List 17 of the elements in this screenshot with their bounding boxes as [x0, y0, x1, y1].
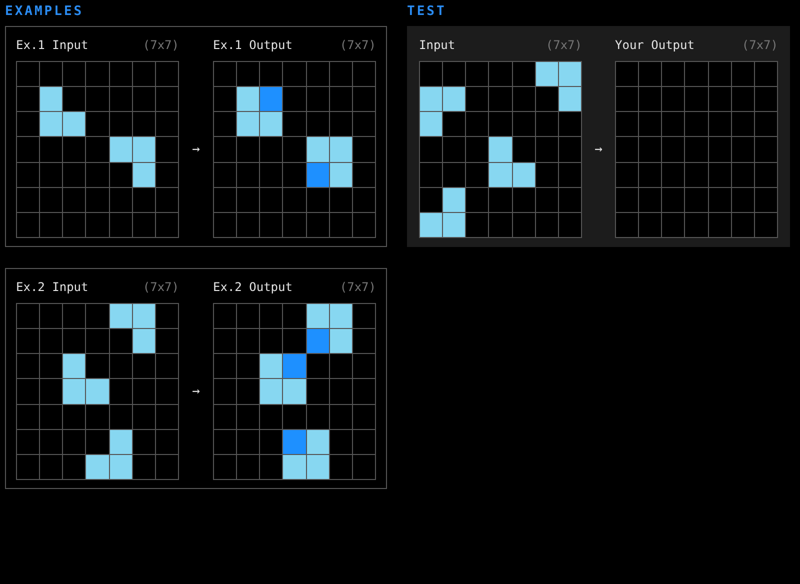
arrow-icon: → [192, 140, 200, 160]
grid-label: Your Output [615, 37, 694, 54]
section-heading: EXAMPLES [5, 4, 85, 21]
arrow-icon: → [594, 140, 602, 160]
grid-size: (7x7) [742, 37, 778, 54]
grid-label: Ex.1 Output [213, 37, 292, 54]
grid-size: (7x7) [142, 37, 179, 54]
section-heading: TEST [407, 4, 448, 21]
arrow-icon: → [192, 382, 200, 402]
grid-label: Ex.2 Output [213, 279, 292, 296]
grid-label: Ex.2 Input [16, 279, 88, 296]
grid-size: (7x7) [340, 37, 376, 54]
grid-size: (7x7) [142, 279, 179, 296]
grid-size: (7x7) [340, 279, 376, 296]
grid-size: (7x7) [546, 37, 582, 54]
grid-label: Ex.1 Input [16, 37, 88, 54]
grid-label: Input [419, 37, 456, 54]
